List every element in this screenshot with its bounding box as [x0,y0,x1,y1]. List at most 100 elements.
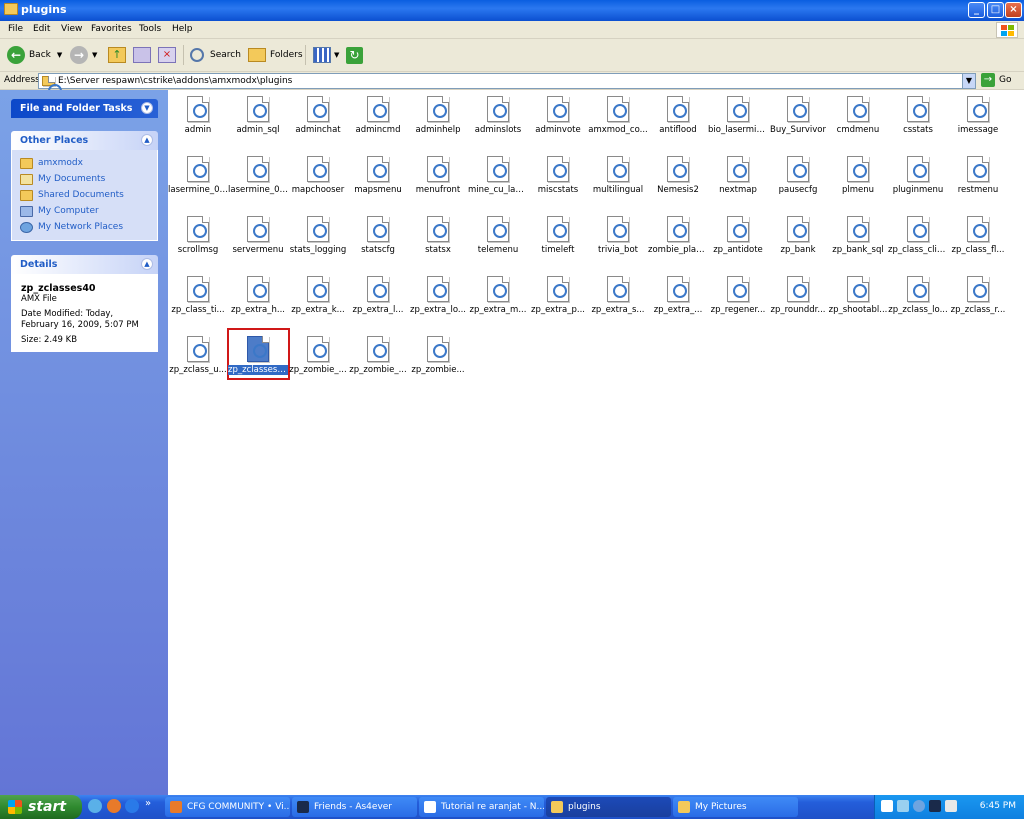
chevron-down-icon[interactable]: ▼ [334,51,339,59]
expand-chevron-icon[interactable]: ▼ [141,102,153,114]
file-item[interactable]: stats_logging [288,212,348,268]
file-item[interactable]: imessage [948,92,1008,148]
refresh-button[interactable]: ↻ [346,44,363,66]
address-input[interactable]: E:\Server respawn\cstrike\addons\amxmodx… [38,73,976,98]
file-item[interactable]: adminvote [528,92,588,148]
copy-to-button[interactable] [133,44,151,66]
file-list-view[interactable]: admin admin_sql adminchat admincmd adminhelp… [168,90,1024,795]
minimize-button[interactable]: _ [968,2,985,18]
other-places-header[interactable]: Other Places ▲ [11,131,158,150]
search-button[interactable]: Search [190,44,241,66]
file-item[interactable]: zp_extra_... [648,272,708,328]
file-item[interactable]: antiflood [648,92,708,148]
forward-button[interactable]: → ▼ [70,44,97,66]
file-item[interactable]: zp_zombie_... [288,332,348,388]
steam-tray-icon[interactable] [929,800,941,812]
file-item[interactable]: admin [168,92,228,148]
collapse-chevron-icon[interactable]: ▲ [141,258,153,270]
file-item[interactable]: zp_zclass_r... [948,272,1008,328]
file-item[interactable]: multilingual [588,152,648,208]
menu-help[interactable]: Help [172,24,193,34]
app-tray-icon[interactable] [945,800,957,812]
chevron-down-icon[interactable]: ▼ [962,74,975,88]
file-item[interactable]: mapsmenu [348,152,408,208]
views-button[interactable]: ▼ [313,44,339,66]
file-item[interactable]: pluginmenu [888,152,948,208]
place-amxmodx[interactable]: amxmodx [20,155,149,171]
file-item[interactable]: zp_extra_m... [468,272,528,328]
file-item[interactable]: lasermine_023 [228,152,288,208]
file-item[interactable]: zp_shootabl... [828,272,888,328]
folders-button[interactable]: Folders [248,44,303,66]
delete-button[interactable]: × [158,44,176,66]
file-item[interactable]: miscstats [528,152,588,208]
show-desktop-icon[interactable] [88,799,102,813]
back-button[interactable]: ← Back ▼ [7,44,62,66]
taskbar-item-my-pictures[interactable]: My Pictures [673,797,798,817]
close-button[interactable]: × [1005,2,1022,18]
help-tray-icon[interactable] [881,800,893,812]
file-folder-tasks-header[interactable]: File and Folder Tasks ▼ [11,99,158,118]
file-item[interactable]: zp_bank [768,212,828,268]
taskbar-item-plugins[interactable]: plugins [546,797,671,817]
file-item[interactable]: csstats [888,92,948,148]
file-item[interactable]: admin_sql [228,92,288,148]
internet-explorer-icon[interactable] [125,799,139,813]
file-item[interactable]: zp_extra_s... [588,272,648,328]
file-item[interactable]: cmdmenu [828,92,888,148]
quicklaunch-more-icon[interactable]: » [145,798,151,809]
place-my-network-places[interactable]: My Network Places [20,219,149,235]
start-button[interactable]: start [0,795,82,819]
file-item[interactable]: zp_class_ti... [168,272,228,328]
collapse-chevron-icon[interactable]: ▲ [141,134,153,146]
file-item[interactable]: zp_extra_h... [228,272,288,328]
taskbar-item-cfg-community[interactable]: CFG COMMUNITY • Vi... [165,797,290,817]
file-item[interactable]: restmenu [948,152,1008,208]
taskbar-item-friends[interactable]: Friends - As4ever [292,797,417,817]
file-item[interactable]: zp_class_climb [888,212,948,268]
file-item[interactable]: scrollmsg [168,212,228,268]
file-item[interactable]: adminchat [288,92,348,148]
file-item[interactable]: telemenu [468,212,528,268]
up-folder-button[interactable]: ↑ [108,44,126,66]
file-item[interactable]: Buy_Survivor [768,92,828,148]
file-item[interactable]: zp_antidote [708,212,768,268]
file-item[interactable]: zp_zclasses40 [228,332,288,388]
menu-favorites[interactable]: Favorites [91,24,132,34]
firefox-icon[interactable] [107,799,121,813]
place-shared-documents[interactable]: Shared Documents [20,187,149,203]
file-item[interactable]: zp_zombie... [408,332,468,388]
file-item[interactable]: zp_zclass_u... [168,332,228,388]
details-header[interactable]: Details ▲ [11,255,158,274]
file-item[interactable]: admincmd [348,92,408,148]
file-item[interactable]: amxmod_co... [588,92,648,148]
file-item[interactable]: servermenu [228,212,288,268]
menu-edit[interactable]: Edit [33,24,50,34]
file-item[interactable]: adminhelp [408,92,468,148]
file-item[interactable]: zp_rounddr... [768,272,828,328]
file-item[interactable]: lasermine_020 [168,152,228,208]
file-item[interactable]: nextmap [708,152,768,208]
chevron-down-icon[interactable]: ▼ [57,51,62,59]
file-item[interactable]: zp_extra_k... [288,272,348,328]
place-my-documents[interactable]: My Documents [20,171,149,187]
volume-tray-icon[interactable] [913,800,925,812]
file-item[interactable]: zp_zombie_... [348,332,408,388]
file-item[interactable]: menufront [408,152,468,208]
file-item[interactable]: bio_lasermin... [708,92,768,148]
place-my-computer[interactable]: My Computer [20,203,149,219]
file-item[interactable]: zombie_plag... [648,212,708,268]
menu-tools[interactable]: Tools [139,24,161,34]
file-item[interactable]: plmenu [828,152,888,208]
file-item[interactable]: zp_regener... [708,272,768,328]
maximize-button[interactable]: □ [987,2,1004,18]
file-item[interactable]: zp_class_fl... [948,212,1008,268]
file-item[interactable]: zp_extra_l... [348,272,408,328]
chevron-down-icon[interactable]: ▼ [92,51,97,59]
file-item[interactable]: statscfg [348,212,408,268]
go-button[interactable]: → Go [981,73,1011,87]
file-item[interactable]: trivia_bot [588,212,648,268]
file-item[interactable]: mine_cu_laser [468,152,528,208]
file-item[interactable]: adminslots [468,92,528,148]
file-item[interactable]: Nemesis2 [648,152,708,208]
